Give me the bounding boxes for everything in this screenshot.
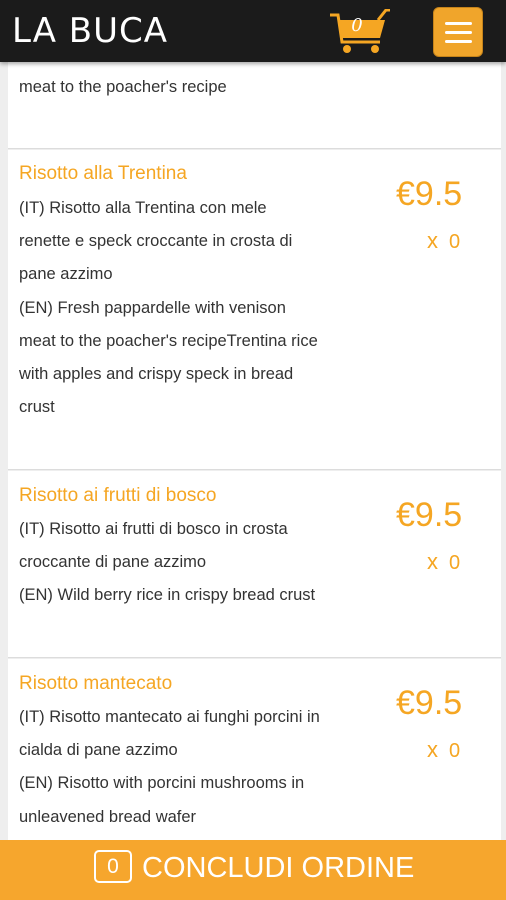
menu-item: Risotto mantecato (IT) Risotto mantecato… xyxy=(8,659,501,840)
cart-button[interactable]: 0 xyxy=(330,8,392,55)
quantity-value: 0 xyxy=(449,231,462,253)
item-description: (IT) Risotto ai frutti di bosco in crost… xyxy=(19,520,316,605)
quantity-prefix: x xyxy=(427,549,439,574)
menu-button[interactable] xyxy=(433,7,483,57)
item-description: (IT) Risotto alla Trentina con mele rene… xyxy=(19,199,318,417)
checkout-button[interactable]: 0 CONCLUDI ORDINE xyxy=(0,840,506,900)
item-title: Risotto alla Trentina xyxy=(19,163,187,184)
cart-count: 0 xyxy=(351,15,363,36)
quantity-selector[interactable]: x0 xyxy=(427,549,461,575)
item-description: (IT) Risotto mantecato ai funghi porcini… xyxy=(19,708,320,826)
quantity-selector[interactable]: x0 xyxy=(427,737,461,763)
logo[interactable]: LA BUCA xyxy=(12,10,168,52)
item-title: Risotto ai frutti di bosco xyxy=(19,485,217,506)
quantity-selector[interactable]: x0 xyxy=(427,228,461,254)
menu-item: Risotto alla Trentina (IT) Risotto alla … xyxy=(8,150,501,470)
checkout-label: CONCLUDI ORDINE xyxy=(142,852,415,884)
item-price: €9.5 xyxy=(396,496,463,534)
quantity-value: 0 xyxy=(449,740,462,762)
item-price: €9.5 xyxy=(396,175,463,213)
item-title: Risotto mantecato xyxy=(19,673,173,694)
app-header: LA BUCA 0 xyxy=(0,0,506,62)
item-price: €9.5 xyxy=(396,684,463,722)
order-count-badge: 0 xyxy=(94,850,132,883)
quantity-value: 0 xyxy=(449,552,462,574)
quantity-prefix: x xyxy=(427,737,439,762)
item-description: meat to the poacher's recipe xyxy=(19,78,227,96)
menu-item: Risotto ai frutti di bosco (IT) Risotto … xyxy=(8,471,501,658)
quantity-prefix: x xyxy=(427,228,439,253)
